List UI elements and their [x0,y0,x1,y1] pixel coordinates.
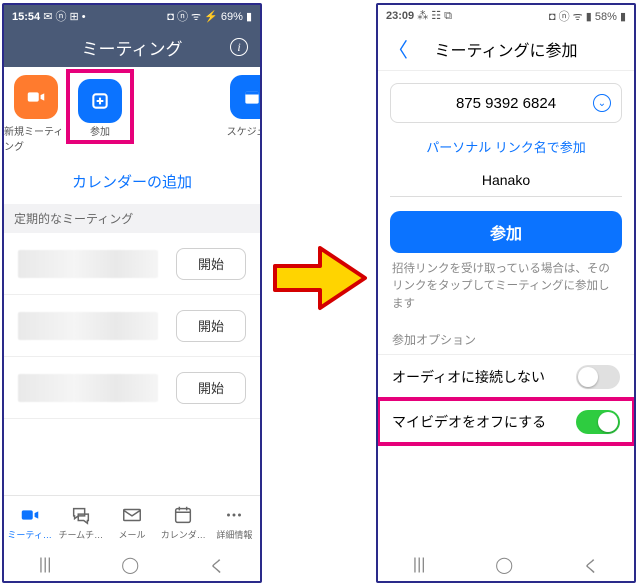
back-icon[interactable]: 〈 [388,34,408,63]
header-title: ミーティングに参加 [434,37,577,61]
status-right-icons: ◘ ⓝ ᯤ ▮ 58% ▮ [549,8,626,24]
new-meeting-label: 新規ミーティング [4,123,68,153]
meeting-title-blurred [18,312,158,340]
join-button[interactable]: 参加 [68,75,132,153]
tab-more[interactable]: 詳細情報 [209,496,260,549]
nav-home-icon[interactable]: ◯ [121,555,139,575]
audio-toggle[interactable] [576,365,620,389]
status-time: 23:09 [386,10,414,22]
status-right-icons: ◘ ⓝ ᯤ ⚡ 69% ▮ [167,8,252,24]
nav-back-icon[interactable]: く [209,553,225,577]
tab-mail-label: メール [119,528,146,541]
tab-meeting-label: ミーティ… [7,528,51,541]
nav-recent-icon[interactable]: ||| [413,556,425,574]
tab-more-label: 詳細情報 [216,528,252,541]
section-recurring: 定期的なミーティング [4,204,260,233]
phone-left: 15:54 ✉ ⓝ ⊞ • ◘ ⓝ ᯤ ⚡ 69% ▮ ミーティング i 新規ミ… [2,3,262,583]
dropdown-icon[interactable]: ⌄ [593,94,611,112]
display-name-field[interactable]: Hanako [390,164,622,197]
quick-actions: 新規ミーティング 参加 スケジュ [4,67,260,163]
start-button[interactable]: 開始 [176,372,246,404]
info-icon[interactable]: i [230,38,248,56]
nav-home-icon[interactable]: ◯ [495,555,513,575]
invite-link-note: 招待リンクを受け取っている場合は、そのリンクをタップしてミーティングに参加します [378,261,634,325]
plus-icon [78,79,122,123]
new-meeting-button[interactable]: 新規ミーティング [4,75,68,153]
status-left-icons: ⁂ ☷ ⧉ [417,10,452,22]
option-video-row: マイビデオをオフにする [378,399,634,444]
header: ミーティング i [4,27,260,67]
option-audio-label: オーディオに接続しない [392,367,545,387]
status-time: 15:54 [12,11,40,23]
calendar-icon [230,75,262,119]
header-title: ミーティング [82,35,183,60]
arrow-icon [270,238,370,323]
tab-meeting[interactable]: ミーティ… [4,496,55,549]
status-bar: 15:54 ✉ ⓝ ⊞ • ◘ ⓝ ᯤ ⚡ 69% ▮ [4,5,260,27]
video-icon [14,75,58,119]
meeting-row[interactable]: 開始 [4,295,260,357]
join-label: 参加 [78,123,122,138]
status-left-icons: ✉ ⓝ ⊞ • [43,11,85,23]
personal-link-join[interactable]: パーソナル リンク名で参加 [378,123,634,164]
meeting-row[interactable]: 開始 [4,357,260,419]
meeting-title-blurred [18,250,158,278]
tab-team-label: チームチ… [58,528,103,541]
tab-calendar[interactable]: カレンダ… [158,496,209,549]
tab-calendar-label: カレンダ… [161,528,206,541]
nav-recent-icon[interactable]: ||| [39,556,51,574]
meeting-row[interactable]: 開始 [4,233,260,295]
add-calendar-link[interactable]: カレンダーの追加 [4,163,260,204]
phone-right: 23:09 ⁂ ☷ ⧉ ◘ ⓝ ᯤ ▮ 58% ▮ 〈 ミーティングに参加 87… [376,3,636,583]
option-video-label: マイビデオをオフにする [392,412,546,432]
meeting-id-field[interactable]: 875 9392 6824 ⌄ [390,83,622,123]
system-nav: ||| ◯ く [378,549,634,581]
tab-team-chat[interactable]: チームチ… [55,496,106,549]
video-toggle[interactable] [576,410,620,434]
nav-back-icon[interactable]: く [583,553,599,577]
start-button[interactable]: 開始 [176,248,246,280]
meeting-title-blurred [18,374,158,402]
status-bar: 23:09 ⁂ ☷ ⧉ ◘ ⓝ ᯤ ▮ 58% ▮ [378,5,634,27]
start-button[interactable]: 開始 [176,310,246,342]
tab-bar: ミーティ… チームチ… メール カレンダ… 詳細情報 [4,495,260,549]
join-meeting-button[interactable]: 参加 [390,211,622,253]
system-nav: ||| ◯ く [4,549,260,581]
schedule-label: スケジュ [227,123,262,138]
schedule-button[interactable]: スケジュ [188,75,260,153]
header: 〈 ミーティングに参加 [378,27,634,71]
options-header: 参加オプション [378,325,634,354]
tab-mail[interactable]: メール [106,496,157,549]
highlight-join: 参加 [66,69,134,144]
meeting-id-value: 875 9392 6824 [456,95,556,112]
option-audio-row: オーディオに接続しない [378,354,634,399]
